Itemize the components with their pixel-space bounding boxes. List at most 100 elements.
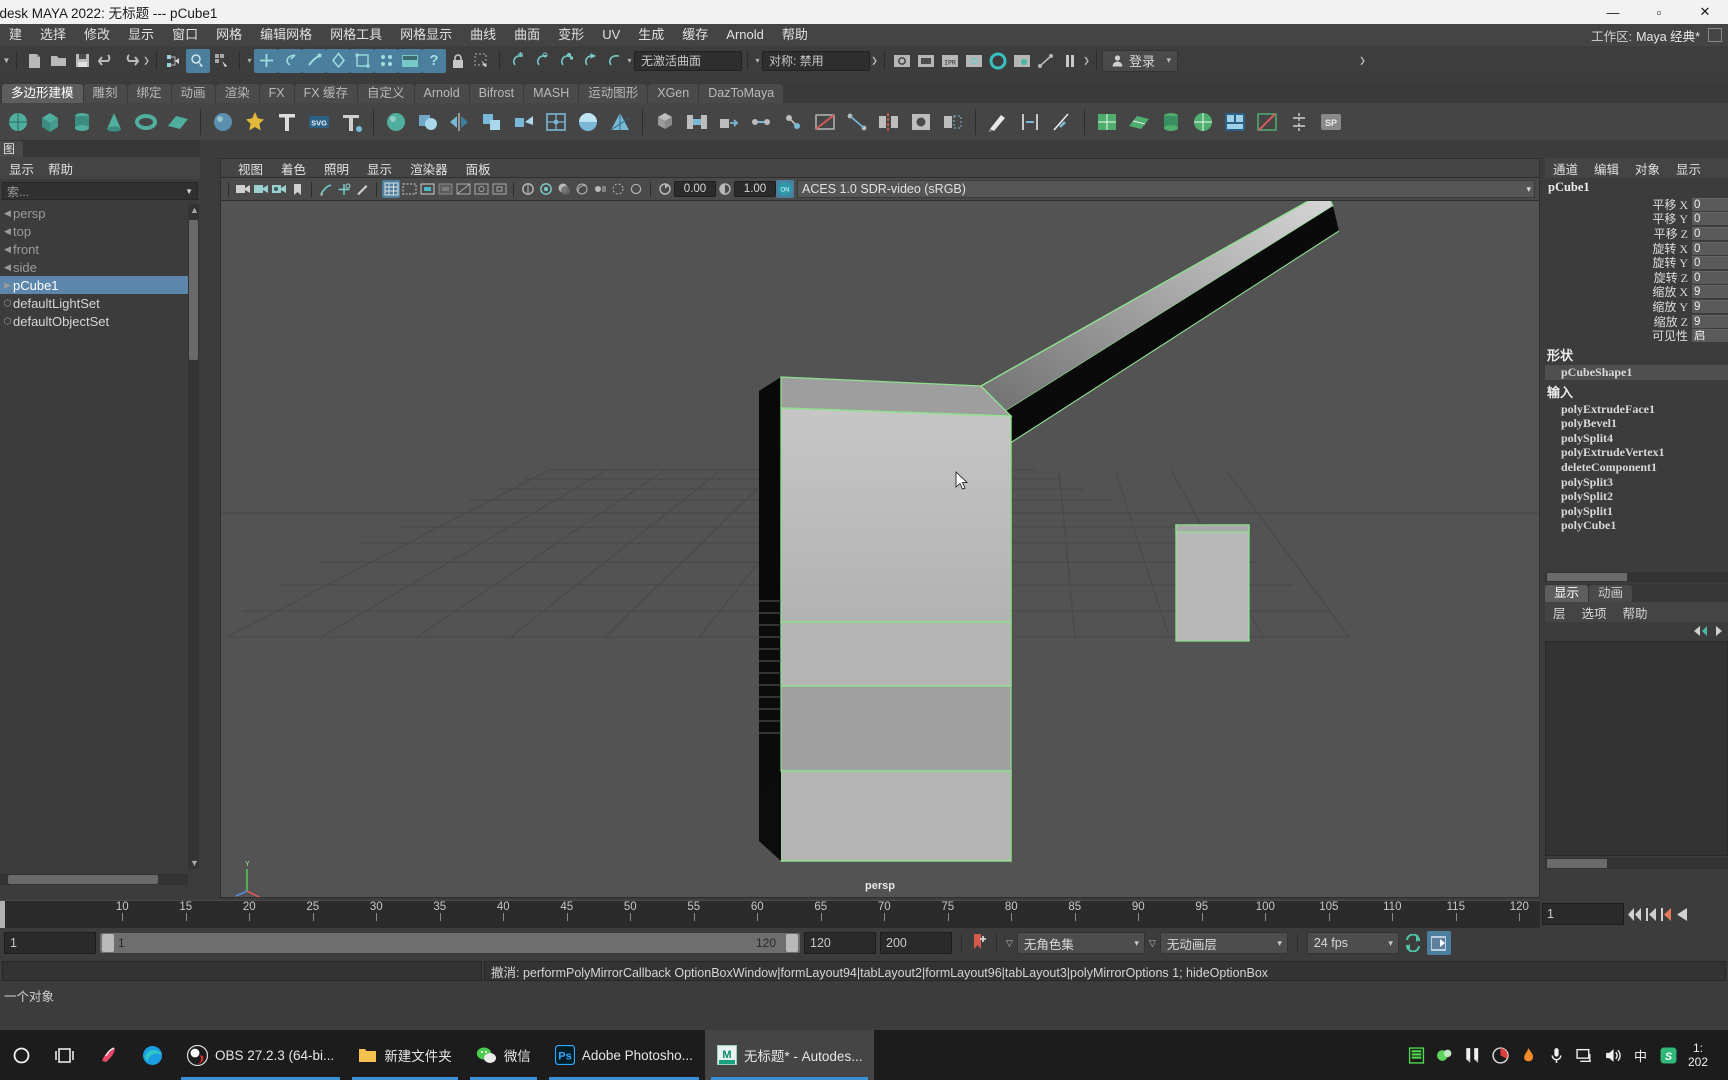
hypershade-icon[interactable] bbox=[986, 49, 1010, 73]
snap-group-arrow[interactable]: ▾ bbox=[625, 51, 634, 71]
rocket-app-button[interactable] bbox=[86, 1030, 130, 1080]
menu-item-12[interactable]: UV bbox=[593, 24, 629, 46]
channel-box-shape-name[interactable]: pCubeShape1 bbox=[1545, 364, 1728, 380]
outliner-list[interactable]: ◀ persp ◀ top ◀ front ◀ side ▶ pCube1 ⬡ defaultLigh… bbox=[0, 204, 188, 869]
redo-icon[interactable] bbox=[118, 49, 142, 73]
extract-icon[interactable] bbox=[509, 107, 539, 137]
menu-item-9[interactable]: 曲线 bbox=[461, 24, 505, 46]
brush-tool-icon[interactable] bbox=[1464, 1047, 1481, 1064]
text-tool-icon[interactable] bbox=[272, 107, 302, 137]
scroll-thumb-layer[interactable] bbox=[1547, 859, 1607, 868]
menu-item-5[interactable]: 网格 bbox=[207, 24, 251, 46]
select-hierarchy-icon[interactable] bbox=[162, 49, 186, 73]
time-slider[interactable]: 10 15 20 25 30 35 40 45 50 55 60 65 70 75 80 85 90 95 100 1… bbox=[0, 900, 1540, 929]
crease-tool-icon[interactable] bbox=[1015, 107, 1045, 137]
scroll-thumb[interactable] bbox=[189, 220, 198, 360]
connect-icon[interactable] bbox=[842, 107, 872, 137]
shelf-tab-1[interactable]: 雕刻 bbox=[83, 84, 127, 103]
expand-arrow-icon[interactable]: ◀ bbox=[2, 208, 13, 219]
character-set-selector[interactable]: 无角色集 bbox=[1016, 932, 1145, 954]
symmetry-field[interactable]: 对称: 禁用 bbox=[762, 50, 870, 71]
viewport-menu-1[interactable]: 着色 bbox=[272, 159, 315, 178]
select-tool-icon[interactable] bbox=[254, 48, 278, 73]
expand-arrow-icon[interactable]: ▶ bbox=[2, 280, 13, 291]
channel-box-menu-0[interactable]: 通道 bbox=[1545, 159, 1586, 178]
shelf-tab-8[interactable]: Arnold bbox=[414, 84, 469, 103]
channel-box-horizontal-scrollbar[interactable] bbox=[1545, 572, 1728, 582]
smooth-shade-all-icon[interactable] bbox=[400, 180, 418, 198]
substance-painter-icon[interactable]: SP bbox=[1316, 107, 1346, 137]
channel-attr-value[interactable]: 0 bbox=[1692, 241, 1728, 255]
render-settings-icon[interactable] bbox=[962, 49, 986, 73]
anim-layer-selector[interactable]: 无动画层 bbox=[1159, 932, 1288, 954]
depth-peeling-icon[interactable] bbox=[627, 180, 645, 198]
help-question-icon[interactable]: ? bbox=[422, 48, 446, 73]
channel-input-polySplit2[interactable]: polySplit2 bbox=[1545, 489, 1728, 504]
previous-key-icon[interactable] bbox=[1660, 907, 1673, 922]
snap-point-icon[interactable] bbox=[553, 49, 577, 73]
xray-mode-icon[interactable] bbox=[454, 180, 472, 198]
poly-cube-icon[interactable] bbox=[35, 107, 65, 137]
menu-item-11[interactable]: 变形 bbox=[549, 24, 593, 46]
outliner-item-defaultLightSet[interactable]: ⬡ defaultLightSet bbox=[0, 294, 188, 312]
active-surface-field[interactable]: 无激活曲面 bbox=[634, 50, 742, 71]
channel-attr-value[interactable]: 9 bbox=[1692, 314, 1728, 328]
sculpt-ball-icon[interactable] bbox=[208, 107, 238, 137]
flame-icon[interactable] bbox=[1520, 1047, 1537, 1064]
new-scene-icon[interactable] bbox=[22, 49, 46, 73]
outliner-horizontal-scrollbar[interactable] bbox=[0, 874, 188, 885]
channel-attr-row-4[interactable]: 旋转 Y0 bbox=[1545, 255, 1728, 270]
viewport-menu-5[interactable]: 面板 bbox=[457, 159, 500, 178]
shelf-tab-10[interactable]: MASH bbox=[524, 84, 579, 103]
channel-input-polyCube1[interactable]: polyCube1 bbox=[1545, 518, 1728, 533]
maximize-button[interactable]: ▫ bbox=[1636, 0, 1682, 24]
menu-item-2[interactable]: 修改 bbox=[75, 24, 119, 46]
bevel-icon[interactable] bbox=[650, 107, 680, 137]
bridge-icon[interactable] bbox=[682, 107, 712, 137]
menu-item-0[interactable]: 建 bbox=[0, 24, 31, 46]
toggle-render-icon[interactable] bbox=[1034, 49, 1058, 73]
uv-sew-icon[interactable] bbox=[1284, 107, 1314, 137]
time-cursor[interactable] bbox=[0, 901, 5, 929]
layer-tab-1[interactable]: 动画 bbox=[1589, 585, 1633, 602]
shelf-tab-9[interactable]: Bifrost bbox=[469, 84, 524, 103]
fill-hole-icon[interactable] bbox=[906, 107, 936, 137]
start-button[interactable] bbox=[0, 1030, 43, 1080]
uv-editor-icon[interactable] bbox=[1092, 107, 1122, 137]
select-mask-icon[interactable] bbox=[470, 49, 494, 73]
outliner-menu-0[interactable]: 显示 bbox=[2, 159, 41, 178]
battery-icon[interactable] bbox=[1408, 1046, 1425, 1064]
render-sequence-icon[interactable] bbox=[1010, 49, 1034, 73]
channel-input-polySplit3[interactable]: polySplit3 bbox=[1545, 475, 1728, 490]
render-group-arrow[interactable]: ❯ bbox=[1082, 51, 1091, 71]
move-tool-icon[interactable] bbox=[326, 48, 350, 73]
network-icon[interactable] bbox=[1576, 1047, 1593, 1064]
outliner-search-input[interactable]: 索... ▼ bbox=[2, 182, 198, 200]
shadows-icon[interactable] bbox=[555, 180, 573, 198]
taskbar-item-maya[interactable]: M 无标题* - Autodes... bbox=[704, 1030, 875, 1080]
scroll-thumb-h[interactable] bbox=[8, 875, 158, 884]
merge-icon[interactable] bbox=[746, 107, 776, 137]
symmetry-group-arrow[interactable]: ❯ bbox=[870, 51, 879, 71]
layer-menu-2[interactable]: 帮助 bbox=[1615, 603, 1656, 622]
select-camera-icon[interactable] bbox=[234, 180, 252, 198]
undo-icon[interactable] bbox=[94, 49, 118, 73]
xray-active-components-icon[interactable] bbox=[490, 180, 508, 198]
poly-sphere-icon[interactable] bbox=[3, 107, 33, 137]
expand-arrow-icon[interactable]: ◀ bbox=[2, 262, 13, 273]
channel-attr-row-0[interactable]: 平移 X0 bbox=[1545, 197, 1728, 212]
poly-torus-icon[interactable] bbox=[131, 107, 161, 137]
shelf-tab-0[interactable]: 多边形建模 bbox=[2, 84, 83, 103]
menu-item-7[interactable]: 网格工具 bbox=[321, 24, 391, 46]
uv-cylindrical-icon[interactable] bbox=[1156, 107, 1186, 137]
fps-selector[interactable]: 24 fps bbox=[1306, 932, 1399, 954]
extrude-icon[interactable] bbox=[714, 107, 744, 137]
append-poly-icon[interactable] bbox=[938, 107, 968, 137]
channel-attr-value[interactable]: 启 bbox=[1692, 329, 1728, 343]
shade-selected-icon[interactable] bbox=[418, 180, 436, 198]
outliner-item-side[interactable]: ◀ side bbox=[0, 258, 188, 276]
render-region-icon[interactable] bbox=[914, 49, 938, 73]
shelf-tab-5[interactable]: FX bbox=[259, 84, 294, 103]
select-group-arrow[interactable]: ▾ bbox=[245, 51, 254, 71]
exposure-value[interactable]: 0.00 bbox=[674, 181, 716, 197]
